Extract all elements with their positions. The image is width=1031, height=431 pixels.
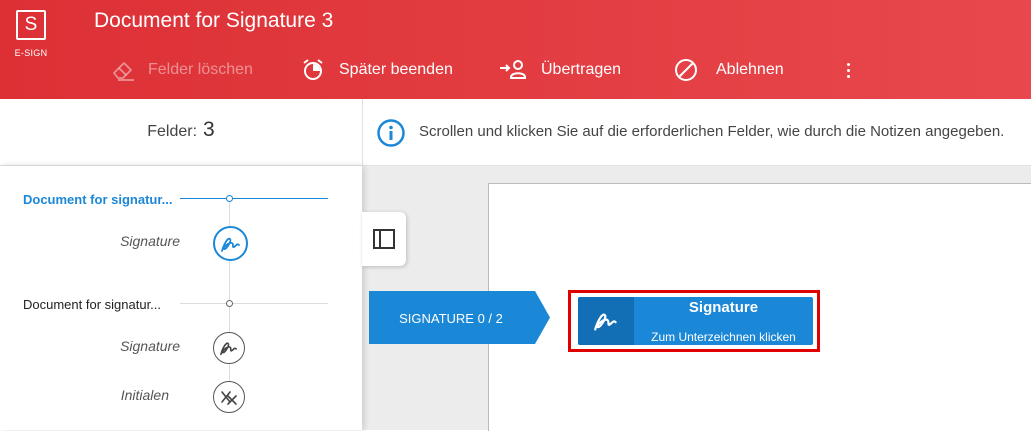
document-1-line <box>180 198 328 199</box>
signature-progress-label: SIGNATURE 0 / 2 <box>399 311 503 326</box>
clear-fields-label: Felder löschen <box>148 61 253 78</box>
field-label: Signature <box>120 233 180 249</box>
logo-text: E-SIGN <box>14 48 48 58</box>
more-options-icon[interactable] <box>838 59 858 81</box>
sidebar-document-2[interactable]: Document for signatur... <box>23 297 161 312</box>
info-bar-divider <box>362 99 363 165</box>
finish-later-label: Später beenden <box>339 61 453 78</box>
fields-label: Felder: <box>147 123 198 140</box>
toggle-sidebar-button[interactable] <box>362 212 406 266</box>
field-navigation-panel: Document for signatur... Signature Docum… <box>0 166 362 430</box>
fields-count: 3 <box>203 118 215 141</box>
sidebar-panel-icon <box>373 229 395 249</box>
info-icon <box>377 119 405 147</box>
eraser-icon <box>113 62 134 81</box>
document-2-node <box>226 300 233 307</box>
transfer-button[interactable]: Übertragen <box>499 57 621 83</box>
field-label: Initialen <box>120 387 169 403</box>
signature-field-hint[interactable]: Zum Unterzeichnen klicken <box>634 330 813 344</box>
sidebar-document-1[interactable]: Document for signatur... <box>23 192 173 207</box>
document-1-node <box>226 195 233 202</box>
alarm-clock-icon <box>303 59 323 80</box>
fields-counter: Felder: 3 <box>0 118 362 142</box>
info-message: Scrollen und klicken Sie auf die erforde… <box>419 123 1005 140</box>
transfer-label: Übertragen <box>541 61 622 78</box>
signature-field-icon-box[interactable] <box>578 297 634 345</box>
app-header: S E-SIGN Document for Signature 3 Felder… <box>0 0 1031 99</box>
signature-icon[interactable] <box>213 226 248 261</box>
document-2-line <box>180 303 328 304</box>
decline-button[interactable]: Ablehnen <box>674 57 784 83</box>
app-logo: S E-SIGN <box>14 10 48 60</box>
block-icon <box>675 59 697 81</box>
signature-icon[interactable] <box>213 332 245 364</box>
signature-icon <box>594 313 617 331</box>
signature-field-title[interactable]: Signature <box>634 299 813 316</box>
finish-later-button[interactable]: Später beenden <box>301 57 453 83</box>
transfer-user-icon <box>500 60 526 79</box>
field-label: Signature <box>120 338 180 354</box>
clear-fields-button[interactable]: Felder löschen <box>110 57 253 83</box>
decline-label: Ablehnen <box>716 61 784 78</box>
initials-icon[interactable] <box>213 381 245 413</box>
document-title: Document for Signature 3 <box>94 9 334 32</box>
logo-mark: S <box>16 10 46 40</box>
